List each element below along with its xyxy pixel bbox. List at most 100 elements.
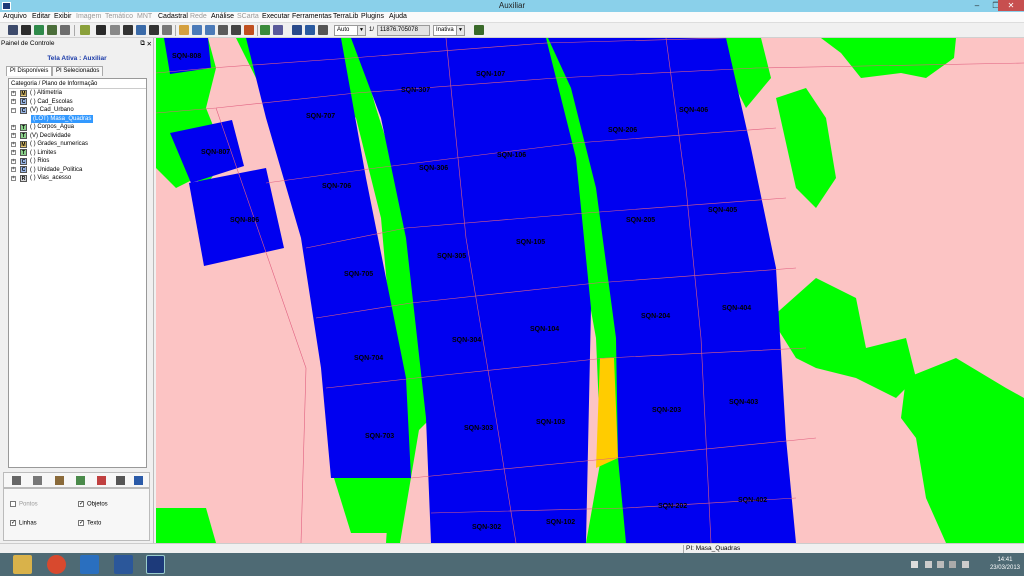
expand-icon[interactable]: + xyxy=(11,175,16,181)
close-button[interactable]: ✕ xyxy=(998,0,1024,11)
lync-icon[interactable] xyxy=(80,555,99,574)
expand-icon[interactable]: + xyxy=(11,158,16,164)
menu-terralib[interactable]: TerraLib xyxy=(333,13,358,20)
view-icon[interactable] xyxy=(60,25,70,35)
mnt-type-icon: M xyxy=(20,140,27,148)
close-panel-icon[interactable]: ✕ xyxy=(147,40,152,48)
menu-ferramentas[interactable]: Ferramentas xyxy=(292,13,332,20)
info-icon[interactable] xyxy=(149,25,159,35)
zoom-in-icon[interactable] xyxy=(192,25,202,35)
expand-icon[interactable]: + xyxy=(11,90,16,96)
drawing-icon[interactable] xyxy=(318,25,328,35)
import-icon[interactable] xyxy=(34,25,44,35)
redo-icon[interactable] xyxy=(244,25,254,35)
draw-icon[interactable] xyxy=(80,25,90,35)
query-icon[interactable] xyxy=(162,25,172,35)
zoom-area-icon[interactable] xyxy=(218,25,228,35)
volume-icon[interactable] xyxy=(949,561,956,568)
menu-editar[interactable]: Editar xyxy=(32,13,50,20)
cadastral-type-icon: C xyxy=(20,166,27,173)
tree-item-masa-quadras[interactable]: (LOT) Masa_Quadras xyxy=(9,114,146,123)
word-icon[interactable] xyxy=(114,555,133,574)
select-icon[interactable] xyxy=(96,25,106,35)
expand-icon[interactable]: + xyxy=(11,167,16,172)
zoom-icon[interactable] xyxy=(273,25,283,35)
zoom-out-icon[interactable] xyxy=(205,25,215,35)
tab-pi-disponiveis[interactable]: PI Disponíveis xyxy=(6,66,53,76)
chrome-icon[interactable] xyxy=(47,555,66,574)
control-panel: Painel de Controle ⧉ ✕ Tela Ativa : Auxi… xyxy=(0,38,154,543)
eraser-icon[interactable] xyxy=(97,476,106,485)
cadastral-type-icon: C xyxy=(20,98,27,105)
menu-exibir[interactable]: Exibir xyxy=(54,13,72,20)
menu-arquivo[interactable]: Arquivo xyxy=(3,13,27,20)
menu-executar[interactable]: Executar xyxy=(262,13,290,20)
tree-item-label: ( ) Cad_Escolas xyxy=(30,98,73,105)
objetos-checkbox[interactable]: ✓ Objetos xyxy=(78,501,108,508)
expand-icon[interactable]: + xyxy=(11,141,16,147)
tree-item-vias-acesso[interactable]: + R ( ) Vias_acesso xyxy=(9,174,146,183)
undo-icon[interactable] xyxy=(231,25,241,35)
network-type-icon: R xyxy=(20,174,27,182)
scale-mode-select[interactable]: Auto ▼ xyxy=(334,25,366,36)
move-icon[interactable] xyxy=(110,25,120,35)
database-icon[interactable] xyxy=(8,25,18,35)
clock[interactable]: 14:41 23/03/2013 xyxy=(990,556,1020,572)
theme-icon[interactable] xyxy=(47,25,57,35)
state-select[interactable]: Inativa ▼ xyxy=(433,25,465,36)
list-icon[interactable] xyxy=(12,476,21,485)
menu-cadastral[interactable]: Cadastral xyxy=(158,13,188,20)
terraview-icon[interactable] xyxy=(146,555,165,574)
tray-arrow-icon[interactable] xyxy=(911,561,918,568)
grid-icon[interactable] xyxy=(33,476,42,485)
pan-icon[interactable] xyxy=(136,25,146,35)
tree-item-altimetria[interactable]: + M ( ) Altimetria xyxy=(9,89,146,98)
properties-icon[interactable] xyxy=(116,476,125,485)
checkmark-icon: ✓ xyxy=(78,501,85,507)
table-icon[interactable] xyxy=(55,476,64,485)
float-panel-icon[interactable]: ⧉ xyxy=(140,40,145,48)
refresh-icon[interactable] xyxy=(305,25,315,35)
expand-icon[interactable]: + xyxy=(11,150,16,155)
tree-item-declividade[interactable]: + T (V) Declividade xyxy=(9,132,146,141)
block-label: SQN-703 xyxy=(365,433,394,440)
menu-analise[interactable]: Análise xyxy=(211,13,234,20)
tree-item-rios[interactable]: + C ( ) Rios xyxy=(9,157,146,166)
fit-icon[interactable] xyxy=(292,25,302,35)
expand-icon[interactable]: + xyxy=(11,124,16,130)
help-icon[interactable] xyxy=(474,25,484,35)
network-icon[interactable] xyxy=(925,561,932,568)
layers-icon[interactable] xyxy=(21,25,31,35)
tree-item-cad-escolas[interactable]: + C ( ) Cad_Escolas xyxy=(9,98,146,107)
collapse-icon[interactable]: − xyxy=(11,107,16,113)
menu-plugins[interactable]: Plugins xyxy=(361,13,384,20)
tree-item-unidade-politica[interactable]: + C ( ) Unidade_Politica xyxy=(9,166,146,175)
block-label: SQN-707 xyxy=(306,113,335,120)
menu-ajuda[interactable]: Ajuda xyxy=(389,13,407,20)
file-explorer-icon[interactable] xyxy=(13,555,32,574)
vegetation-area xyxy=(771,278,916,398)
help-icon[interactable] xyxy=(134,476,143,485)
menu-tematico: Temático xyxy=(105,13,134,20)
tree-item-limites[interactable]: + T ( ) Limites xyxy=(9,149,146,158)
checklist-icon[interactable] xyxy=(76,476,85,485)
flag-icon[interactable] xyxy=(937,561,944,568)
keyboard-icon[interactable] xyxy=(962,561,969,568)
texto-checkbox[interactable]: ✓ Texto xyxy=(78,520,101,527)
tree-item-corpos-agua[interactable]: + T ( ) Corpos_Agua xyxy=(9,123,146,132)
block-label: SQN-206 xyxy=(608,127,637,134)
tab-pi-selecionados[interactable]: PI Selecionados xyxy=(52,66,104,76)
expand-icon[interactable]: + xyxy=(11,99,16,104)
expand-icon[interactable]: + xyxy=(11,133,16,138)
tree-item-label: (V) Cad_Urbano xyxy=(30,107,74,113)
block-label: SQN-403 xyxy=(729,399,758,406)
map-icon[interactable] xyxy=(260,25,270,35)
edit-icon[interactable] xyxy=(179,25,189,35)
tree-item-cad-urbano[interactable]: − C (V) Cad_Urbano xyxy=(9,106,146,115)
tree-item-grades-numericas[interactable]: + M ( ) Grades_numericas xyxy=(9,140,146,149)
linhas-checkbox[interactable]: ✓ Linhas xyxy=(10,520,37,527)
map-canvas[interactable]: SQN-808 SQN-807 SQN-806 SQN-707 SQN-706 … xyxy=(156,38,1024,543)
active-screen-label: Tela Ativa : Auxiliar xyxy=(47,55,107,62)
scale-input[interactable]: 11876.705078 xyxy=(377,25,430,36)
add-icon[interactable] xyxy=(123,25,133,35)
